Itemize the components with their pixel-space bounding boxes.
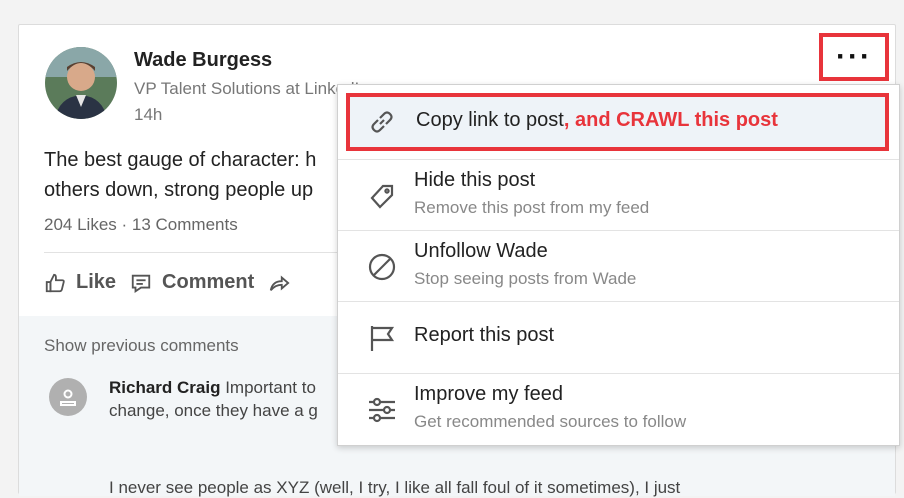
post-text: The best gauge of character: h others do… xyxy=(44,145,344,205)
comment-text: Richard Craig Important to change, once … xyxy=(109,376,339,422)
comment-label: Comment xyxy=(162,271,255,293)
like-label: Like xyxy=(76,271,117,293)
post-text-line-1: The best gauge of character: h xyxy=(44,149,317,171)
divider xyxy=(44,252,344,253)
comment-icon xyxy=(131,274,151,293)
post-text-line-2: others down, strong people up xyxy=(44,179,314,201)
post-actions: Like Comment xyxy=(44,271,290,294)
comment-author[interactable]: Richard Craig xyxy=(109,378,220,397)
comment-body-line-2: change, once they have a g xyxy=(109,401,318,420)
crawl-annotation: , and CRAWL this post xyxy=(563,109,778,131)
menu-item-unfollow[interactable]: Unfollow Wade Stop seeing posts from Wad… xyxy=(338,230,899,301)
menu-item-report-post[interactable]: Report this post xyxy=(338,301,899,373)
improve-feed-sublabel: Get recommended sources to follow xyxy=(414,412,687,431)
show-previous-comments-link[interactable]: Show previous comments xyxy=(44,336,239,356)
comment-body-line-1: Important to xyxy=(220,378,316,397)
commenter-avatar[interactable] xyxy=(49,378,87,416)
hide-post-label: Hide this post xyxy=(414,169,536,191)
unfollow-sublabel: Stop seeing posts from Wade xyxy=(414,269,637,288)
post-time: 14h xyxy=(134,105,163,124)
menu-item-copy-link[interactable]: Copy link to post, and CRAWL this post xyxy=(346,93,889,151)
block-icon xyxy=(368,253,396,281)
share-button[interactable] xyxy=(268,272,290,294)
menu-item-hide-post[interactable]: Hide this post Remove this post from my … xyxy=(338,159,899,230)
link-icon xyxy=(371,111,393,133)
person-icon xyxy=(60,389,76,406)
post-stats[interactable]: 204 Likes · 13 Comments xyxy=(44,215,238,235)
menu-item-improve-feed[interactable]: Improve my feed Get recommended sources … xyxy=(338,373,899,445)
sliders-icon xyxy=(369,397,395,423)
like-button[interactable]: Like xyxy=(44,271,116,294)
thumbs-up-icon xyxy=(45,273,65,292)
improve-feed-label: Improve my feed xyxy=(414,383,563,405)
tag-icon xyxy=(370,184,394,209)
author-avatar[interactable] xyxy=(45,47,117,119)
comment-continuation: I never see people as XYZ (well, I try, … xyxy=(109,478,681,497)
comment-button[interactable]: Comment xyxy=(130,271,254,294)
copy-link-label: Copy link to post, and CRAWL this post xyxy=(416,109,778,132)
post-options-menu: Copy link to post, and CRAWL this post H… xyxy=(337,84,900,446)
hide-post-sublabel: Remove this post from my feed xyxy=(414,198,650,217)
ellipsis-icon: ··· xyxy=(836,40,872,73)
author-name[interactable]: Wade Burgess xyxy=(134,49,272,72)
more-options-button[interactable]: ··· xyxy=(819,33,889,81)
share-icon xyxy=(270,275,290,291)
flag-icon xyxy=(370,326,395,351)
unfollow-label: Unfollow Wade xyxy=(414,240,548,262)
report-post-label: Report this post xyxy=(414,324,555,346)
copy-link-text: Copy link to post xyxy=(416,109,564,131)
